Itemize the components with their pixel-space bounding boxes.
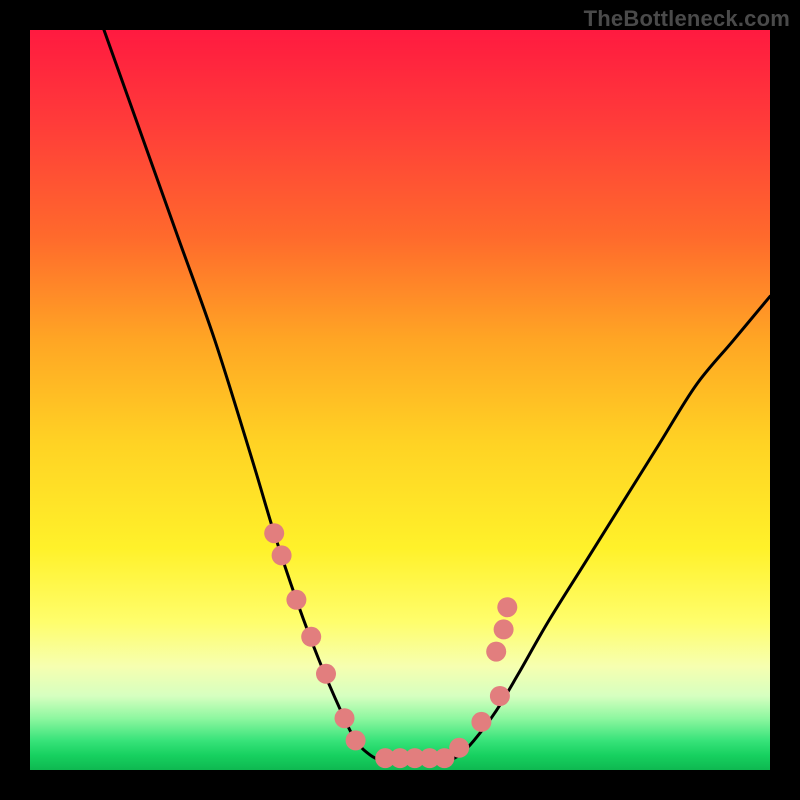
marker-dot (346, 730, 366, 750)
marker-dot (497, 597, 517, 617)
markers-group (264, 523, 517, 768)
marker-dot (449, 738, 469, 758)
chart-stage: TheBottleneck.com (0, 0, 800, 800)
curve-path (104, 30, 770, 763)
marker-dot (272, 545, 292, 565)
curve-group (104, 30, 770, 763)
marker-dot (490, 686, 510, 706)
marker-dot (286, 590, 306, 610)
marker-dot (316, 664, 336, 684)
marker-dot (486, 642, 506, 662)
marker-dot (301, 627, 321, 647)
marker-dot (264, 523, 284, 543)
marker-dot (335, 708, 355, 728)
attribution-text: TheBottleneck.com (584, 6, 790, 32)
marker-dot (494, 619, 514, 639)
bottleneck-curve (30, 30, 770, 770)
marker-dot (471, 712, 491, 732)
